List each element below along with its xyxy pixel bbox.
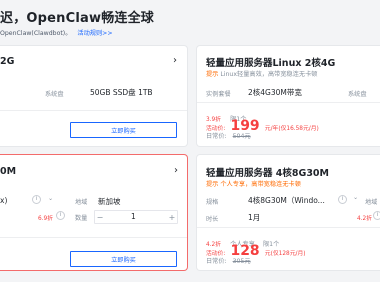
card-spec-title: 0M xyxy=(0,166,17,177)
original-price: 504元 xyxy=(232,133,251,140)
chevron-down-icon[interactable]: ⌄ xyxy=(353,194,358,201)
card-title: 轻量应用服务器Linux 2核4G xyxy=(206,58,336,69)
disk-value[interactable]: 50GB SSD盘 1TB xyxy=(90,87,153,98)
info-icon[interactable]: i xyxy=(338,195,347,204)
original-price-row: 日常价: 305元 xyxy=(206,256,251,265)
price-unit: 元/年(仅16.58元/月) xyxy=(264,126,319,132)
disk-label: 系统盘 xyxy=(348,91,367,98)
tip-tag: 提示 xyxy=(206,71,219,78)
original-price-label: 日常价: xyxy=(206,133,227,140)
duration-discount: 4.2折 xyxy=(357,216,373,222)
buy-now-button[interactable]: 立即购买 xyxy=(70,122,177,138)
product-card-selected: 0M › x) i ⌄ 地域 新加坡 6.9折 i 数量 − 1 + 立即购买 xyxy=(0,155,187,270)
buy-now-button[interactable]: 立即购买 xyxy=(70,251,177,267)
duration-label: 时长 xyxy=(206,216,219,223)
spec-value[interactable]: 2核4G30M带宽 xyxy=(248,87,302,98)
increment-button[interactable]: + xyxy=(167,211,177,223)
chevron-right-icon[interactable]: › xyxy=(174,165,178,176)
info-icon[interactable]: i xyxy=(56,211,65,220)
product-card-4c8g: 轻量应用服务器 4核8G30M 提示 个人专享，高带宽稳连无卡顿 规格 4核8G… xyxy=(197,155,380,270)
price-unit: 元(仅128元/月) xyxy=(264,251,306,257)
original-price-row: 日常价: 504元 xyxy=(206,131,251,140)
decrement-button[interactable]: − xyxy=(95,211,105,223)
info-icon[interactable]: i xyxy=(373,211,380,220)
subtitle-text: OpenClaw(Clawdbot)。 xyxy=(0,30,72,37)
discount-badge: 6.9折 xyxy=(38,216,54,222)
disk-label: 系统盘 xyxy=(45,91,64,98)
divider xyxy=(197,102,380,103)
duration-value[interactable]: 1月 xyxy=(248,212,260,223)
product-card-linux-2c4g: 轻量应用服务器Linux 2核4G 提示 Linux轻量高效，高带宽稳连无卡顿 … xyxy=(197,46,380,146)
product-card-top-left: 2G › 系统盘 50GB SSD盘 1TB 立即购买 xyxy=(0,46,187,146)
divider xyxy=(0,110,187,111)
spec-select-value[interactable]: x) xyxy=(0,196,7,205)
quantity-stepper[interactable]: − 1 + xyxy=(94,210,178,224)
spec-label: 规格 xyxy=(206,199,219,206)
region-label: 地域 xyxy=(365,199,378,206)
quantity-label: 数量 xyxy=(75,215,88,222)
quantity-value[interactable]: 1 xyxy=(131,212,136,221)
spec-value[interactable]: 4核8G30M（Windo... xyxy=(248,195,325,206)
chevron-right-icon[interactable]: › xyxy=(173,55,177,66)
rules-link[interactable]: 活动规则>> xyxy=(77,30,112,37)
tip-tag: 提示 xyxy=(206,181,219,188)
card-title: 轻量应用服务器 4核8G30M xyxy=(206,168,329,179)
region-label: 地域 xyxy=(75,199,88,206)
card-description: 提示 个人专享，高带宽稳连无卡顿 xyxy=(206,179,301,188)
desc-text: Linux轻量高效，高带宽稳连无卡顿 xyxy=(220,71,318,78)
spec-label: 实例套餐 xyxy=(206,91,231,98)
desc-text: 个人专享，高带宽稳连无卡顿 xyxy=(220,181,301,188)
card-description: 提示 Linux轻量高效，高带宽稳连无卡顿 xyxy=(206,69,317,78)
chevron-down-icon[interactable]: ⌄ xyxy=(48,195,53,202)
original-price-label: 日常价: xyxy=(206,258,227,265)
original-price: 305元 xyxy=(232,258,251,265)
card-spec-title: 2G xyxy=(0,56,15,67)
region-value[interactable]: 新加坡 xyxy=(98,196,121,207)
divider xyxy=(197,227,380,228)
info-icon[interactable]: i xyxy=(32,195,41,204)
page-title: 迟，OpenClaw畅连全球 xyxy=(0,11,155,26)
divider xyxy=(0,237,187,238)
page-subtitle: OpenClaw(Clawdbot)。 活动规则>> xyxy=(0,28,113,37)
